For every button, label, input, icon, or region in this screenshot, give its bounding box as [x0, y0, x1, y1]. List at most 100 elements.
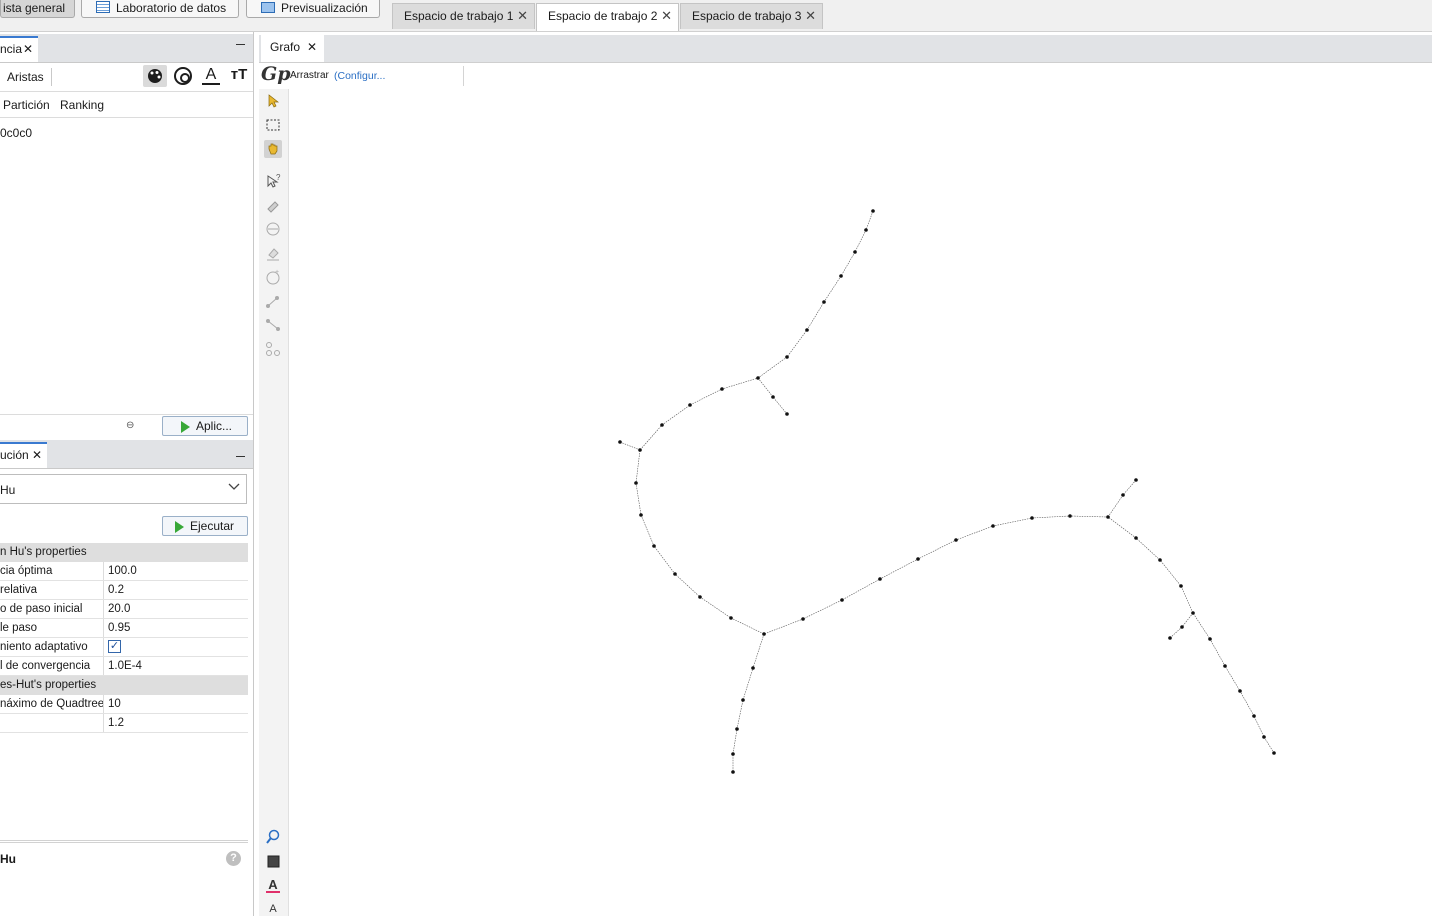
- property-value[interactable]: 1.0E-4: [108, 657, 142, 675]
- color-value[interactable]: 0c0c0: [0, 126, 32, 140]
- pointer-icon[interactable]: [264, 92, 282, 110]
- graph-node[interactable]: [1030, 516, 1034, 520]
- graph-node[interactable]: [1106, 515, 1110, 519]
- graph-node[interactable]: [720, 387, 724, 391]
- data-laboratory-button[interactable]: Laboratorio de datos: [81, 0, 239, 18]
- graph-node[interactable]: [822, 300, 826, 304]
- close-icon[interactable]: ✕: [517, 4, 528, 28]
- property-row[interactable]: le paso 0.95: [0, 619, 248, 638]
- graph-node[interactable]: [954, 538, 958, 542]
- close-icon[interactable]: ✕: [307, 35, 317, 60]
- graph-node[interactable]: [731, 752, 735, 756]
- property-row[interactable]: relativa 0.2: [0, 581, 248, 600]
- graph-node[interactable]: [1121, 493, 1125, 497]
- graph-node[interactable]: [638, 448, 642, 452]
- property-value[interactable]: 0.95: [108, 619, 130, 637]
- graph-visualization[interactable]: [289, 89, 1432, 916]
- rectangle-select-icon[interactable]: [264, 116, 282, 134]
- property-row[interactable]: l de convergencia 1.0E-4: [0, 657, 248, 676]
- property-row[interactable]: cia óptima 100.0: [0, 562, 248, 581]
- property-row[interactable]: niento adaptativo ✓: [0, 638, 248, 657]
- property-value[interactable]: 20.0: [108, 600, 130, 618]
- graph-node[interactable]: [1238, 689, 1242, 693]
- graph-node[interactable]: [741, 698, 745, 702]
- graph-node[interactable]: [1208, 637, 1212, 641]
- size-icon[interactable]: [171, 65, 195, 87]
- property-row[interactable]: o de paso inicial 20.0: [0, 600, 248, 619]
- graph-node[interactable]: [1179, 584, 1183, 588]
- graph-node[interactable]: [751, 666, 755, 670]
- graph-node[interactable]: [916, 557, 920, 561]
- tab-ranking[interactable]: Ranking: [60, 98, 104, 112]
- minimize-icon[interactable]: [236, 44, 245, 45]
- graph-canvas[interactable]: [289, 89, 1432, 916]
- label-size-icon[interactable]: A: [264, 900, 282, 918]
- tab-workspace-1[interactable]: Espacio de trabajo 1 ✕: [392, 3, 535, 29]
- property-value[interactable]: 100.0: [108, 562, 137, 580]
- graph-node[interactable]: [660, 423, 664, 427]
- graph-node[interactable]: [1223, 664, 1227, 668]
- graph-node[interactable]: [618, 440, 622, 444]
- graph-node[interactable]: [731, 770, 735, 774]
- tab-graph[interactable]: Grafo ✕: [261, 35, 325, 62]
- graph-node[interactable]: [1134, 536, 1138, 540]
- graph-node[interactable]: [991, 524, 995, 528]
- graph-node[interactable]: [1252, 714, 1256, 718]
- preview-button[interactable]: Previsualización: [246, 0, 380, 18]
- graph-node[interactable]: [1262, 735, 1266, 739]
- overview-button[interactable]: ista general: [0, 0, 75, 18]
- label-color-icon[interactable]: A: [264, 876, 282, 894]
- graph-node[interactable]: [1272, 751, 1276, 755]
- close-icon[interactable]: ✕: [32, 444, 42, 466]
- graph-node[interactable]: [878, 577, 882, 581]
- property-value[interactable]: 1.2: [108, 714, 124, 732]
- property-row[interactable]: náximo de Quadtree 10: [0, 695, 248, 714]
- graph-node[interactable]: [652, 544, 656, 548]
- graph-node[interactable]: [871, 209, 875, 213]
- tab-workspace-2[interactable]: Espacio de trabajo 2 ✕: [536, 3, 679, 31]
- zoom-icon[interactable]: [264, 828, 282, 846]
- graph-node[interactable]: [801, 617, 805, 621]
- property-value[interactable]: 10: [108, 695, 121, 713]
- graph-node[interactable]: [1191, 611, 1195, 615]
- minimize-icon[interactable]: [236, 456, 245, 457]
- graph-node[interactable]: [688, 403, 692, 407]
- graph-node[interactable]: [639, 513, 643, 517]
- graph-node[interactable]: [1068, 514, 1072, 518]
- text-color-icon[interactable]: A: [199, 65, 223, 87]
- close-icon[interactable]: ✕: [805, 4, 816, 28]
- graph-node[interactable]: [673, 572, 677, 576]
- graph-node[interactable]: [864, 228, 868, 232]
- link-icon[interactable]: ⊖: [126, 420, 134, 431]
- graph-node[interactable]: [785, 412, 789, 416]
- graph-node[interactable]: [1134, 478, 1138, 482]
- tab-workspace-3[interactable]: Espacio de trabajo 3 ✕: [680, 3, 823, 29]
- apply-button[interactable]: Aplic...: [162, 416, 248, 436]
- graph-node[interactable]: [771, 395, 775, 399]
- graph-node[interactable]: [805, 328, 809, 332]
- graph-node[interactable]: [729, 616, 733, 620]
- background-color-icon[interactable]: [264, 852, 282, 870]
- text-size-icon[interactable]: тT: [227, 65, 251, 87]
- graph-node[interactable]: [762, 632, 766, 636]
- edges-tab[interactable]: Aristas: [7, 70, 44, 84]
- tab-appearance[interactable]: ncia ✕: [0, 36, 38, 62]
- graph-node[interactable]: [840, 598, 844, 602]
- graph-node[interactable]: [839, 274, 843, 278]
- run-button[interactable]: Ejecutar: [162, 516, 248, 536]
- close-icon[interactable]: ✕: [23, 38, 33, 60]
- configure-link[interactable]: (Configur...: [334, 70, 385, 82]
- direct-select-icon[interactable]: ?: [264, 172, 282, 190]
- property-value[interactable]: 0.2: [108, 581, 124, 599]
- close-icon[interactable]: ✕: [661, 4, 672, 28]
- graph-node[interactable]: [853, 250, 857, 254]
- drag-hand-icon[interactable]: [264, 140, 282, 158]
- graph-node[interactable]: [1168, 636, 1172, 640]
- graph-node[interactable]: [1158, 558, 1162, 562]
- help-icon[interactable]: ?: [226, 851, 241, 866]
- graph-node[interactable]: [785, 355, 789, 359]
- tab-layout[interactable]: ución ✕: [0, 442, 47, 468]
- graph-node[interactable]: [1180, 625, 1184, 629]
- property-row[interactable]: 1.2: [0, 714, 248, 733]
- layout-algorithm-select[interactable]: Hu: [0, 474, 247, 504]
